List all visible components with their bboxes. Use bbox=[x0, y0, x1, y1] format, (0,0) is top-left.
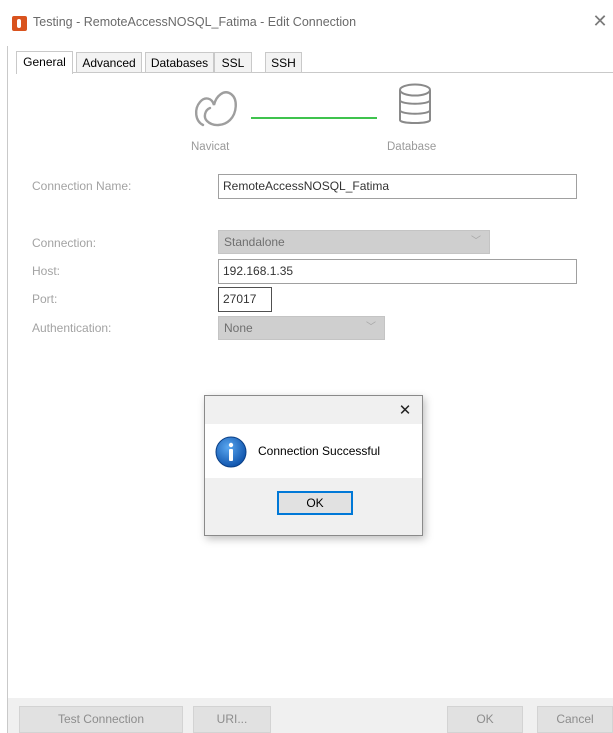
window-border bbox=[7, 46, 8, 733]
database-caption: Database bbox=[387, 141, 437, 153]
ok-button[interactable]: OK bbox=[447, 706, 523, 733]
window-title: Testing - RemoteAccessNOSQL_Fatima - Edi… bbox=[33, 15, 357, 29]
connection-name-label: Connection Name: bbox=[32, 179, 132, 193]
chevron-down-icon: ﹀ bbox=[471, 236, 481, 247]
authentication-select-value: None bbox=[224, 321, 253, 335]
connection-link-line bbox=[251, 117, 377, 119]
authentication-select[interactable]: None ﹀ bbox=[218, 316, 385, 340]
database-icon bbox=[399, 83, 431, 124]
dialog-ok-button[interactable]: OK bbox=[277, 491, 353, 515]
host-label: Host: bbox=[32, 264, 61, 278]
uri-button[interactable]: URI... bbox=[193, 706, 271, 733]
connection-select-value: Standalone bbox=[224, 235, 285, 249]
dialog-message: Connection Successful bbox=[258, 444, 381, 458]
navicat-caption: Navicat bbox=[191, 141, 230, 153]
tab-advanced[interactable]: Advanced bbox=[76, 52, 142, 73]
navicat-logo-icon bbox=[195, 91, 237, 127]
window-close-button[interactable]: ✕ bbox=[590, 12, 610, 32]
dialog-close-button[interactable]: ✕ bbox=[395, 400, 415, 420]
navicat-app-icon bbox=[12, 16, 27, 31]
tab-ssh[interactable]: SSH bbox=[265, 52, 302, 73]
dialog-body: Connection Successful bbox=[205, 424, 422, 478]
tab-ssl[interactable]: SSL bbox=[214, 52, 252, 73]
info-icon bbox=[215, 436, 247, 468]
tab-databases[interactable]: Databases bbox=[145, 52, 214, 73]
general-panel bbox=[16, 73, 613, 698]
host-input[interactable]: 192.168.1.35 bbox=[218, 259, 577, 284]
port-label: Port: bbox=[32, 292, 58, 306]
connection-success-dialog: ✕ Connection Successful OK bbox=[204, 395, 423, 536]
authentication-label: Authentication: bbox=[32, 321, 112, 335]
test-connection-button[interactable]: Test Connection bbox=[19, 706, 183, 733]
connection-name-input[interactable]: RemoteAccessNOSQL_Fatima bbox=[218, 174, 577, 199]
chevron-down-icon: ﹀ bbox=[366, 322, 376, 333]
cancel-button[interactable]: Cancel bbox=[537, 706, 613, 733]
connection-select[interactable]: Standalone ﹀ bbox=[218, 230, 490, 254]
connection-label: Connection: bbox=[32, 236, 97, 250]
port-input[interactable]: 27017 bbox=[218, 287, 272, 312]
title-bar: Testing - RemoteAccessNOSQL_Fatima - Edi… bbox=[0, 0, 613, 44]
edit-connection-window: Testing - RemoteAccessNOSQL_Fatima - Edi… bbox=[0, 0, 613, 733]
tab-general[interactable]: General bbox=[16, 51, 73, 74]
